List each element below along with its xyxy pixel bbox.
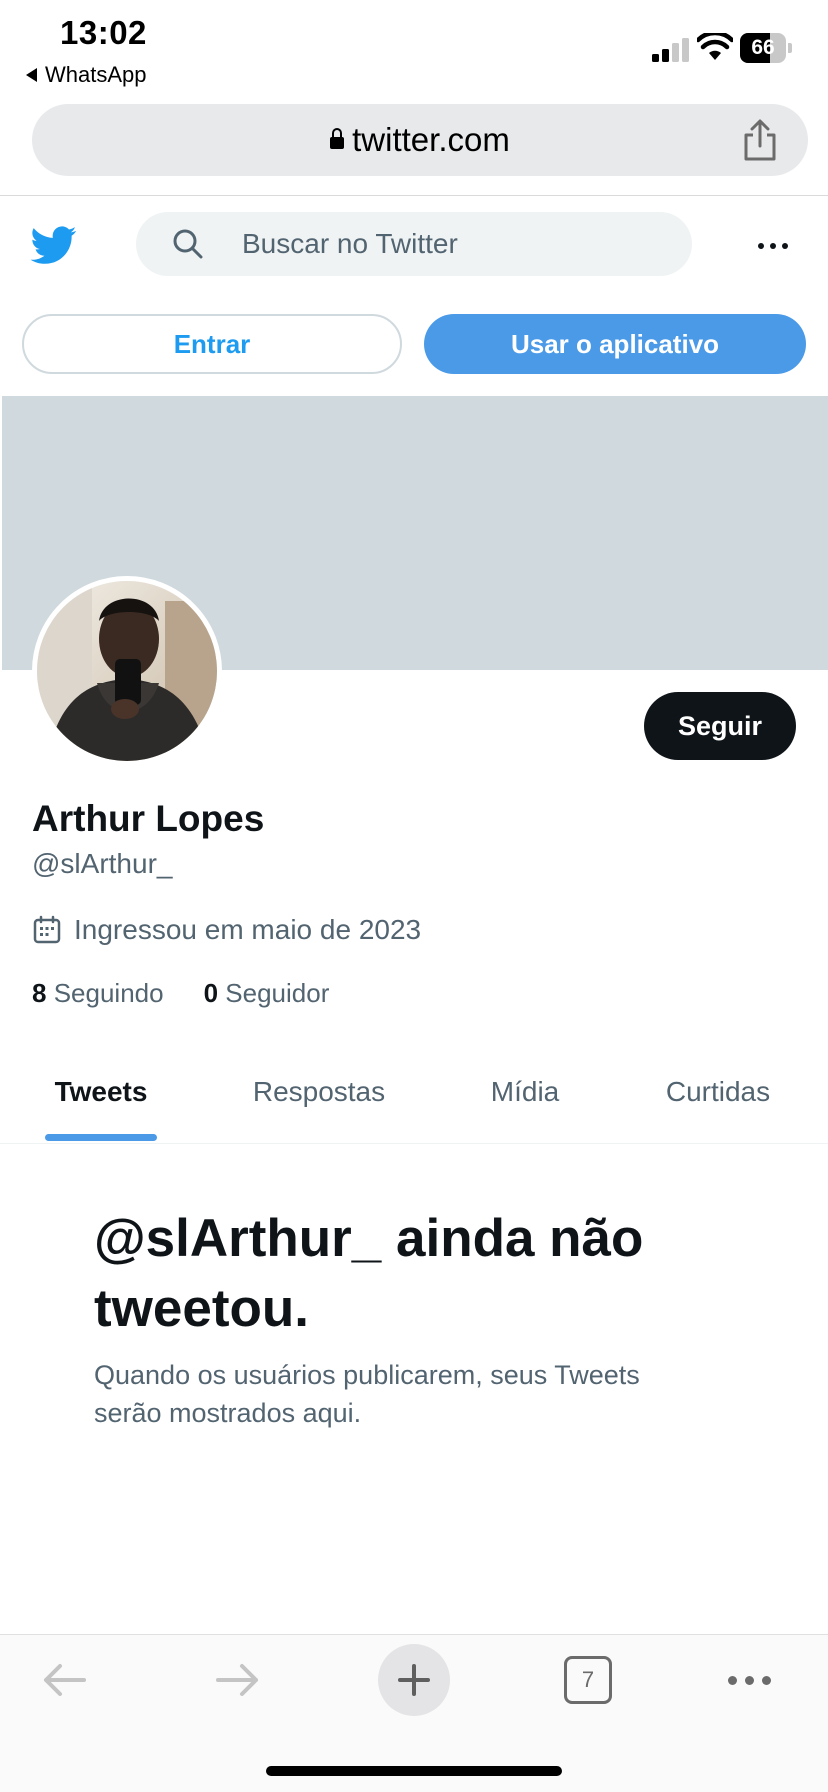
- empty-state-subtitle: Quando os usuários publicarem, seus Twee…: [94, 1360, 640, 1428]
- follow-stats: 8 Seguindo 0 Seguidor: [32, 978, 329, 1009]
- use-app-button[interactable]: Usar o aplicativo: [424, 314, 806, 374]
- home-indicator: [266, 1766, 562, 1776]
- tab-tweets[interactable]: Tweets: [20, 1064, 182, 1144]
- back-app-label: WhatsApp: [45, 62, 147, 87]
- status-bar: 13:02 WhatsApp 66: [0, 0, 828, 96]
- address-bar[interactable]: twitter.com: [32, 104, 808, 176]
- wifi-icon: [697, 33, 733, 60]
- login-button[interactable]: Entrar: [22, 314, 402, 374]
- followers-label: Seguidor: [225, 978, 330, 1008]
- search-icon: [173, 229, 203, 259]
- tab-likes[interactable]: Curtidas: [644, 1064, 792, 1144]
- following-count: 8: [32, 978, 47, 1008]
- following-label: Seguindo: [53, 978, 164, 1008]
- empty-state-title: @slArthur_ ainda não tweetou.: [94, 1209, 644, 1338]
- search-placeholder: Buscar no Twitter: [242, 228, 458, 259]
- tab-media[interactable]: Mídia: [466, 1064, 584, 1144]
- followers-link[interactable]: 0 Seguidor: [204, 978, 330, 1009]
- battery-percentage: 66: [751, 36, 775, 59]
- avatar[interactable]: [32, 576, 222, 766]
- more-options-icon[interactable]: [756, 228, 790, 262]
- tabs-count-button[interactable]: 7: [564, 1656, 612, 1704]
- arrow-left-icon[interactable]: [40, 1660, 88, 1700]
- joined-date: Ingressou em maio de 2023: [32, 914, 421, 946]
- avatar-photo: [37, 581, 217, 761]
- back-to-app-link[interactable]: WhatsApp: [26, 62, 147, 88]
- tabs-divider: [0, 1143, 828, 1144]
- profile-handle: @slArthur_: [32, 848, 173, 879]
- battery-indicator: 66: [740, 33, 792, 63]
- lock-icon: [330, 128, 345, 149]
- new-tab-button[interactable]: [378, 1644, 450, 1716]
- followers-count: 0: [203, 978, 219, 1008]
- joined-text: Ingressou em maio de 2023: [74, 914, 422, 945]
- profile-name: Arthur Lopes: [32, 798, 265, 839]
- arrow-right-icon[interactable]: [214, 1660, 262, 1700]
- tab-replies[interactable]: Respostas: [232, 1064, 406, 1144]
- twitter-bird-icon[interactable]: [30, 222, 78, 268]
- following-link[interactable]: 8 Seguindo: [32, 978, 164, 1009]
- browser-menu-icon[interactable]: [726, 1672, 774, 1688]
- active-tab-indicator: [45, 1134, 157, 1141]
- back-triangle-icon: [26, 68, 37, 82]
- search-input[interactable]: Buscar no Twitter: [136, 212, 692, 276]
- url-text: twitter.com: [352, 121, 510, 158]
- profile-tabs: Tweets Respostas Mídia Curtidas: [0, 1064, 828, 1144]
- follow-button[interactable]: Seguir: [644, 692, 796, 760]
- status-time: 13:02: [60, 14, 147, 51]
- calendar-icon: [33, 915, 61, 944]
- share-icon[interactable]: [738, 118, 782, 162]
- browser-divider: [0, 195, 828, 196]
- cellular-signal-icon: [652, 38, 689, 62]
- plus-icon: [398, 1664, 430, 1696]
